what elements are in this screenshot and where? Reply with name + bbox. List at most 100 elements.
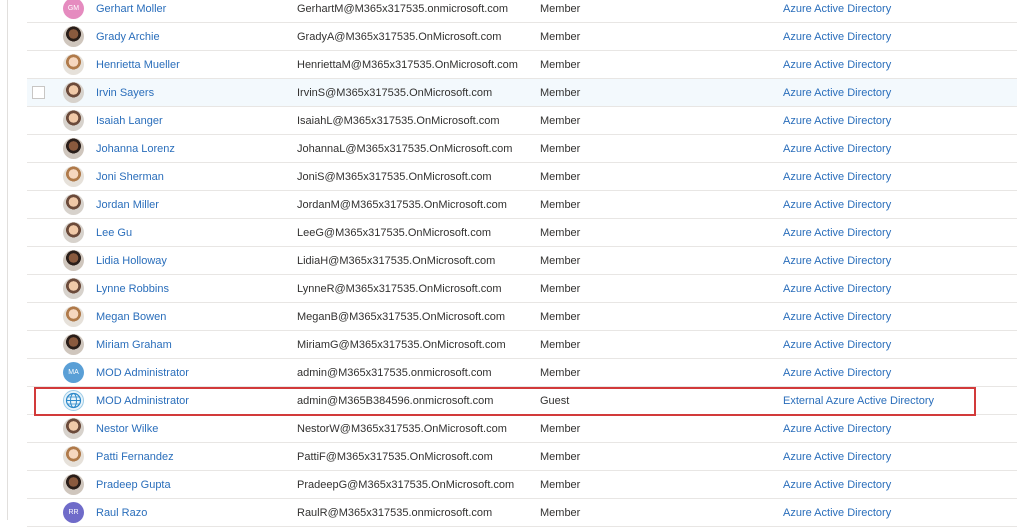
user-source-link[interactable]: Azure Active Directory: [783, 0, 891, 23]
avatar: [63, 166, 84, 187]
table-row[interactable]: Lidia Holloway LidiaH@M365x317535.OnMicr…: [27, 247, 1017, 275]
avatar: [63, 54, 84, 75]
user-name-link[interactable]: Patti Fernandez: [96, 443, 174, 471]
user-email: PradeepG@M365x317535.OnMicrosoft.com: [297, 479, 515, 491]
user-type: Member: [540, 115, 581, 127]
avatar: [63, 474, 84, 495]
user-email: LynneR@M365x317535.OnMicrosoft.com: [297, 283, 502, 295]
table-row[interactable]: Grady Archie GradyA@M365x317535.OnMicros…: [27, 23, 1017, 51]
user-source-link[interactable]: Azure Active Directory: [783, 107, 891, 135]
user-source-link[interactable]: Azure Active Directory: [783, 331, 891, 359]
user-name-link[interactable]: MOD Administrator: [96, 359, 189, 387]
user-type: Member: [540, 311, 581, 323]
user-email: MeganB@M365x317535.OnMicrosoft.com: [297, 311, 506, 323]
user-email: admin@M365x317535.onmicrosoft.com: [297, 367, 492, 379]
user-type: Member: [540, 507, 581, 519]
user-source-link[interactable]: Azure Active Directory: [783, 415, 891, 443]
user-source-link[interactable]: Azure Active Directory: [783, 275, 891, 303]
user-type: Member: [540, 451, 581, 463]
table-row[interactable]: Irvin Sayers IrvinS@M365x317535.OnMicros…: [27, 79, 1017, 107]
user-name-link[interactable]: Jordan Miller: [96, 191, 159, 219]
panel-divider: [7, 0, 8, 520]
user-name-link[interactable]: Pradeep Gupta: [96, 471, 171, 499]
user-name-link[interactable]: Lee Gu: [96, 219, 132, 247]
user-name-link[interactable]: Joni Sherman: [96, 163, 164, 191]
user-email: IsaiahL@M365x317535.OnMicrosoft.com: [297, 115, 500, 127]
user-type: Member: [540, 143, 581, 155]
user-email: admin@M365B384596.onmicrosoft.com: [297, 395, 494, 407]
user-source-link[interactable]: Azure Active Directory: [783, 23, 891, 51]
user-source-link[interactable]: Azure Active Directory: [783, 135, 891, 163]
user-source-link[interactable]: External Azure Active Directory: [783, 387, 934, 415]
user-source-link[interactable]: Azure Active Directory: [783, 499, 891, 527]
user-type: Guest: [540, 395, 570, 407]
user-source-link[interactable]: Azure Active Directory: [783, 303, 891, 331]
user-name-link[interactable]: Raul Razo: [96, 499, 147, 527]
user-type: Member: [540, 59, 581, 71]
table-row[interactable]: RR Raul Razo RaulR@M365x317535.onmicroso…: [27, 499, 1017, 527]
avatar: [63, 334, 84, 355]
table-row[interactable]: Joni Sherman JoniS@M365x317535.OnMicroso…: [27, 163, 1017, 191]
user-name-link[interactable]: Johanna Lorenz: [96, 135, 175, 163]
user-name-link[interactable]: Isaiah Langer: [96, 107, 163, 135]
user-source-link[interactable]: Azure Active Directory: [783, 247, 891, 275]
user-type: Member: [540, 87, 581, 99]
table-row[interactable]: Johanna Lorenz JohannaL@M365x317535.OnMi…: [27, 135, 1017, 163]
user-source-link[interactable]: Azure Active Directory: [783, 219, 891, 247]
user-source-link[interactable]: Azure Active Directory: [783, 471, 891, 499]
user-name-link[interactable]: Henrietta Mueller: [96, 51, 180, 79]
user-name-link[interactable]: Grady Archie: [96, 23, 160, 51]
table-row[interactable]: Henrietta Mueller HenriettaM@M365x317535…: [27, 51, 1017, 79]
user-email: LeeG@M365x317535.OnMicrosoft.com: [297, 227, 491, 239]
user-email: LidiaH@M365x317535.OnMicrosoft.com: [297, 255, 496, 267]
user-source-link[interactable]: Azure Active Directory: [783, 51, 891, 79]
table-row[interactable]: Lynne Robbins LynneR@M365x317535.OnMicro…: [27, 275, 1017, 303]
avatar: [63, 250, 84, 271]
table-row[interactable]: MA MOD Administrator admin@M365x317535.o…: [27, 359, 1017, 387]
table-row[interactable]: MOD Administrator admin@M365B384596.onmi…: [27, 387, 1017, 415]
user-email: JoniS@M365x317535.OnMicrosoft.com: [297, 171, 492, 183]
table-row[interactable]: Isaiah Langer IsaiahL@M365x317535.OnMicr…: [27, 107, 1017, 135]
avatar: [63, 306, 84, 327]
table-row[interactable]: Lee Gu LeeG@M365x317535.OnMicrosoft.com …: [27, 219, 1017, 247]
avatar: [63, 82, 84, 103]
user-source-link[interactable]: Azure Active Directory: [783, 359, 891, 387]
user-source-link[interactable]: Azure Active Directory: [783, 191, 891, 219]
user-type: Member: [540, 227, 581, 239]
user-type: Member: [540, 283, 581, 295]
table-row[interactable]: Miriam Graham MiriamG@M365x317535.OnMicr…: [27, 331, 1017, 359]
user-name-link[interactable]: MOD Administrator: [96, 387, 189, 415]
globe-icon: [63, 390, 84, 411]
avatar: [63, 278, 84, 299]
user-source-link[interactable]: Azure Active Directory: [783, 163, 891, 191]
table-row[interactable]: GM Gerhart Moller GerhartM@M365x317535.o…: [27, 0, 1017, 23]
row-select-checkbox[interactable]: [32, 86, 45, 99]
user-name-link[interactable]: Lidia Holloway: [96, 247, 167, 275]
user-email: GradyA@M365x317535.OnMicrosoft.com: [297, 31, 502, 43]
user-type: Member: [540, 3, 581, 15]
user-type: Member: [540, 255, 581, 267]
user-name-link[interactable]: Miriam Graham: [96, 331, 172, 359]
avatar: [63, 194, 84, 215]
user-name-link[interactable]: Nestor Wilke: [96, 415, 158, 443]
avatar: [63, 110, 84, 131]
table-row[interactable]: Jordan Miller JordanM@M365x317535.OnMicr…: [27, 191, 1017, 219]
user-source-link[interactable]: Azure Active Directory: [783, 79, 891, 107]
users-table: GM Gerhart Moller GerhartM@M365x317535.o…: [27, 0, 1017, 527]
avatar: [63, 222, 84, 243]
user-name-link[interactable]: Megan Bowen: [96, 303, 166, 331]
table-row[interactable]: Pradeep Gupta PradeepG@M365x317535.OnMic…: [27, 471, 1017, 499]
user-name-link[interactable]: Gerhart Moller: [96, 0, 166, 23]
user-name-link[interactable]: Irvin Sayers: [96, 79, 154, 107]
user-email: NestorW@M365x317535.OnMicrosoft.com: [297, 423, 507, 435]
table-row[interactable]: Megan Bowen MeganB@M365x317535.OnMicroso…: [27, 303, 1017, 331]
user-email: IrvinS@M365x317535.OnMicrosoft.com: [297, 87, 493, 99]
user-name-link[interactable]: Lynne Robbins: [96, 275, 169, 303]
user-email: PattiF@M365x317535.OnMicrosoft.com: [297, 451, 493, 463]
user-email: HenriettaM@M365x317535.OnMicrosoft.com: [297, 59, 518, 71]
user-type: Member: [540, 479, 581, 491]
user-source-link[interactable]: Azure Active Directory: [783, 443, 891, 471]
table-row[interactable]: Nestor Wilke NestorW@M365x317535.OnMicro…: [27, 415, 1017, 443]
user-email: RaulR@M365x317535.onmicrosoft.com: [297, 507, 493, 519]
table-row[interactable]: Patti Fernandez PattiF@M365x317535.OnMic…: [27, 443, 1017, 471]
